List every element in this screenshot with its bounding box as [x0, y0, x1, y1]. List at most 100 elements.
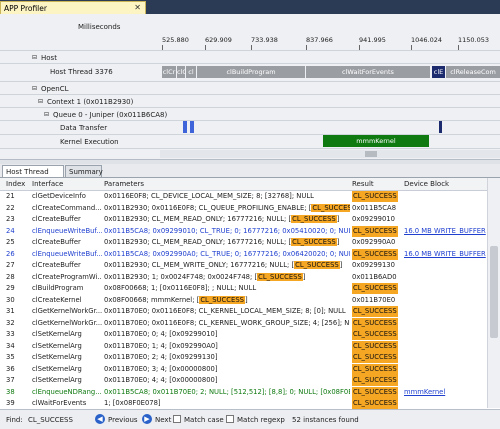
transfer-bar[interactable] [190, 121, 194, 133]
match-case-label[interactable]: Match case [184, 416, 224, 424]
find-label: Find: [6, 416, 23, 424]
bracket: ] [339, 261, 343, 269]
collapse-icon[interactable]: ⊟ [38, 98, 43, 105]
cell-index: 25 [6, 238, 15, 246]
collapse-icon[interactable]: ⊟ [32, 54, 37, 61]
cell-result: CL_SUCCESS [352, 248, 398, 260]
find-input[interactable]: CL_SUCCESS [28, 416, 73, 424]
ruler-label: Milliseconds [78, 23, 121, 31]
cell-parameters: 0x011B5CA8; 0x092990A0; CL_TRUE; 0; 1677… [104, 249, 350, 260]
device-block-link[interactable]: mmmKernel [404, 387, 486, 398]
api-bar-clc[interactable]: clC [177, 66, 185, 78]
divider [0, 148, 500, 149]
match-regexp-checkbox[interactable] [226, 415, 234, 423]
match-regexp-label[interactable]: Match regexp [237, 416, 285, 424]
cell-index: 24 [6, 226, 15, 235]
parameters-text: 0x0116E0F8; CL_DEVICE_LOCAL_MEM_SIZE; 8;… [104, 192, 314, 200]
api-bar-wait-for-events[interactable]: clWaitForEvents [306, 66, 430, 78]
tab-summary[interactable]: Summary [65, 165, 103, 177]
cell-interface: clCreateBuffer [32, 238, 81, 246]
cell-index: 23 [6, 215, 15, 223]
cell-parameters: 0x011B70E0; 4; 4; [0x00000800] [104, 375, 350, 386]
header-result[interactable]: Result [352, 180, 374, 188]
table-row[interactable]: 38 clEnqueueNDRang... 0x011B5CA8; 0x011B70… [0, 386, 487, 398]
table-row[interactable]: 29 clBuildProgram 0x08F00668; 1; [0x0116E0… [0, 283, 487, 294]
table-scrollbar[interactable] [487, 178, 500, 408]
collapse-icon[interactable]: ⊟ [44, 111, 49, 118]
table-row[interactable]: 35 clSetKernelArg 0x011B70E0; 2; 4; [0x092… [0, 352, 487, 363]
cell-interface: clCreateProgramWi... [32, 272, 102, 281]
row-context: Context 1 (0x011B2930) [47, 98, 134, 106]
match-case-checkbox[interactable] [173, 415, 181, 423]
close-icon[interactable]: ✕ [134, 3, 141, 12]
cell-result: 0x011B5CA8 [352, 203, 397, 212]
device-block-link[interactable]: 16.0 MB WRITE_BUFFER [404, 226, 486, 237]
kernel-bar[interactable]: mmmKernel [323, 135, 429, 147]
previous-button[interactable]: Previous [108, 416, 138, 424]
previous-icon[interactable]: ◀ [95, 414, 105, 424]
cell-parameters: 0x011B2930; 0x0116E0F8; CL_QUEUE_PROFILI… [104, 203, 350, 214]
table-row[interactable]: 21 clGetDeviceInfo 0x0116E0F8; CL_DEVICE_L… [0, 191, 487, 202]
cell-parameters: 0x011B70E0; 2; 4; [0x09299130] [104, 352, 350, 363]
cell-result: CL_SUCCESS [352, 225, 398, 237]
cell-result: CL_SUCCESS [352, 398, 398, 409]
table-row[interactable]: 36 clSetKernelArg 0x011B70E0; 3; 4; [0x000… [0, 363, 487, 375]
device-block-link[interactable]: 16.0 MB WRITE_BUFFER [404, 249, 486, 260]
table-row[interactable]: 37 clSetKernelArg 0x011B70E0; 4; 4; [0x000… [0, 375, 487, 386]
api-bar-release[interactable]: clReleaseCom [446, 66, 500, 78]
scrollbar-thumb[interactable] [490, 246, 498, 338]
parameters-text: 0x011B5CA8; 0x09299010; CL_TRUE; 0; 1677… [104, 226, 350, 235]
cell-interface: clCreateBuffer [32, 261, 81, 269]
table-row[interactable]: 23 clCreateBuffer 0x011B2930; CL_MEM_READ_… [0, 214, 487, 225]
table-row[interactable]: 25 clCreateBuffer 0x011B2930; CL_MEM_READ_… [0, 237, 487, 248]
table-row[interactable]: 28 clCreateProgramWi... 0x011B2930; 1; 0x0… [0, 272, 487, 283]
cell-index: 33 [6, 330, 15, 338]
table-row[interactable]: 30 clCreateKernel 0x08F00668; mmmKernel; [… [0, 295, 487, 306]
row-kernel-execution: Kernel Execution [60, 138, 119, 146]
cell-index: 28 [6, 272, 15, 281]
header-parameters[interactable]: Parameters [104, 180, 144, 188]
table-row[interactable]: 26 clEnqueueWriteBuf... 0x011B5CA8; 0x0929… [0, 248, 487, 260]
parameters-text: 0x011B5CA8; 0x092990A0; CL_TRUE; 0; 1677… [104, 249, 350, 258]
cell-interface: clEnqueueWriteBuf... [32, 249, 102, 258]
next-icon[interactable]: ▶ [142, 414, 152, 424]
cell-result: CL_SUCCESS [352, 317, 398, 329]
table-row[interactable]: 32 clGetKernelWorkGr... 0x011B70E0; 0x0116… [0, 317, 487, 329]
document-tab-strip: APP Profiler Timeli...ession3\cltrace.at… [0, 0, 500, 22]
parameters-text: 0x011B70E0; 0; 4; [0x09299010] [104, 330, 218, 338]
instances-status: 52 instances found [292, 416, 359, 424]
table-row[interactable]: 27 clCreateBuffer 0x011B2930; CL_MEM_WRITE… [0, 260, 487, 271]
api-bar-build-program[interactable]: clBuildProgram [197, 66, 305, 78]
divider [0, 81, 500, 82]
table-row[interactable]: 22 clCreateCommand... 0x011B2930; 0x0116E0… [0, 203, 487, 214]
api-bar-clcr[interactable]: clCr [162, 66, 176, 78]
table-row[interactable]: 34 clSetKernelArg 0x011B70E0; 1; 4; [0x092… [0, 340, 487, 352]
cell-interface: clSetKernelArg [32, 364, 82, 373]
api-bar-cle[interactable]: clE [432, 66, 445, 78]
collapse-icon[interactable]: ⊟ [32, 85, 37, 92]
scrollbar-thumb[interactable] [365, 151, 377, 157]
header-index[interactable]: Index [6, 180, 25, 188]
cell-interface: clEnqueueNDRang... [32, 387, 102, 396]
tab-host-thread[interactable]: Host Thread 3376 [2, 165, 64, 188]
ruler-tick-label: 941.995 [359, 36, 386, 44]
header-interface[interactable]: Interface [32, 180, 63, 188]
cell-interface: clCreateBuffer [32, 215, 81, 223]
lower-tab-strip: Host Thread 3376 Summary [0, 164, 500, 188]
header-device-block[interactable]: Device Block [404, 180, 449, 188]
table-row[interactable]: 33 clSetKernelArg 0x011B70E0; 0; 4; [0x092… [0, 329, 487, 340]
table-header: Index Interface Parameters Result Device… [0, 178, 487, 191]
next-button[interactable]: Next [155, 416, 171, 424]
transfer-bar[interactable] [183, 121, 187, 133]
cell-parameters: 0x011B70E0; 0x0116E0F8; CL_KERNEL_LOCAL_… [104, 306, 350, 317]
cell-index: 35 [6, 353, 15, 361]
cell-result: 0x09299010 [352, 215, 395, 223]
table-row[interactable]: 39 clWaitForEvents 1; [0x08F0E078] CL_SUCCE… [0, 398, 487, 409]
timeline-panel: Milliseconds 525.880 629.909 733.938 837.96… [0, 14, 500, 160]
timeline-scrollbar[interactable] [160, 150, 500, 158]
document-tab[interactable]: APP Profiler Timeli...ession3\cltrace.at… [0, 1, 146, 22]
table-row[interactable]: 31 clGetKernelWorkGr... 0x011B70E0; 0x0116… [0, 306, 487, 317]
api-bar-cl[interactable]: cl [186, 66, 196, 78]
transfer-bar[interactable] [439, 121, 442, 133]
table-row[interactable]: 24 clEnqueueWriteBuf... 0x011B5CA8; 0x0929… [0, 225, 487, 237]
